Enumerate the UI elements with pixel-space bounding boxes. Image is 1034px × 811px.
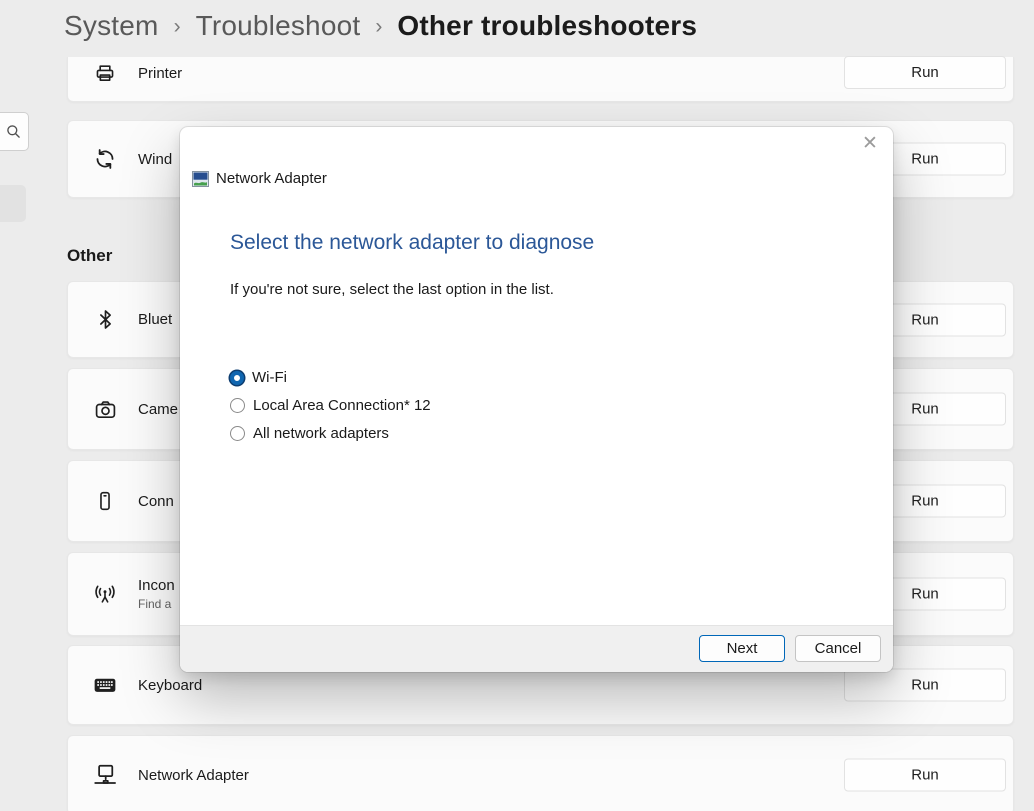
chevron-right-icon: › — [174, 13, 181, 39]
sidebar-selected-item[interactable] — [0, 185, 26, 222]
section-heading-other: Other — [67, 246, 112, 266]
bluetooth-icon — [91, 306, 119, 334]
sidebar-search-box[interactable] — [0, 112, 29, 151]
printer-icon — [91, 59, 119, 87]
row-label: Printer — [138, 65, 833, 82]
troubleshooter-row-printer: Printer Run — [67, 57, 1014, 102]
breadcrumb-system[interactable]: System — [64, 10, 159, 42]
run-button-keyboard[interactable]: Run — [844, 669, 1006, 702]
search-icon — [5, 123, 22, 140]
radio-option-all-network-adapters[interactable]: All network adapters — [230, 425, 431, 442]
radio-unselected-icon[interactable] — [230, 426, 245, 441]
dialog-title: Network Adapter — [216, 170, 327, 187]
sync-icon — [91, 145, 119, 173]
antenna-icon — [91, 580, 119, 608]
chevron-right-icon: › — [375, 13, 382, 39]
dialog-instruction: If you're not sure, select the last opti… — [230, 281, 554, 298]
dialog-footer: Next Cancel — [180, 625, 893, 672]
keyboard-icon — [91, 671, 119, 699]
dialog-heading: Select the network adapter to diagnose — [230, 231, 594, 255]
dialog-titlebar: Network Adapter — [192, 170, 327, 187]
cancel-button[interactable]: Cancel — [795, 635, 881, 662]
device-icon — [91, 487, 119, 515]
adapter-radio-group: Wi-Fi Local Area Connection* 12 All netw… — [230, 369, 431, 442]
settings-window: System › Troubleshoot › Other troublesho… — [0, 0, 1034, 811]
radio-option-local-area-connection[interactable]: Local Area Connection* 12 — [230, 397, 431, 414]
breadcrumb: System › Troubleshoot › Other troublesho… — [64, 10, 697, 42]
close-icon[interactable]: ✕ — [858, 132, 882, 156]
troubleshooter-row-network-adapter: Network Adapter Run — [67, 735, 1014, 811]
camera-icon — [91, 395, 119, 423]
network-adapter-dialog: ✕ Network Adapter Select the network ada… — [180, 127, 893, 672]
run-button-printer[interactable]: Run — [844, 56, 1006, 89]
next-button[interactable]: Next — [699, 635, 785, 662]
breadcrumb-troubleshoot[interactable]: Troubleshoot — [196, 10, 361, 42]
radio-unselected-icon[interactable] — [230, 398, 245, 413]
radio-option-wifi[interactable]: Wi-Fi — [230, 369, 431, 386]
network-icon — [91, 761, 119, 789]
radio-selected-icon[interactable] — [230, 371, 244, 385]
troubleshooter-wizard-icon — [192, 171, 209, 187]
breadcrumb-other-troubleshooters: Other troubleshooters — [397, 10, 697, 42]
run-button-network-adapter[interactable]: Run — [844, 759, 1006, 792]
row-label: Keyboard — [138, 677, 833, 694]
row-label: Network Adapter — [138, 767, 833, 784]
